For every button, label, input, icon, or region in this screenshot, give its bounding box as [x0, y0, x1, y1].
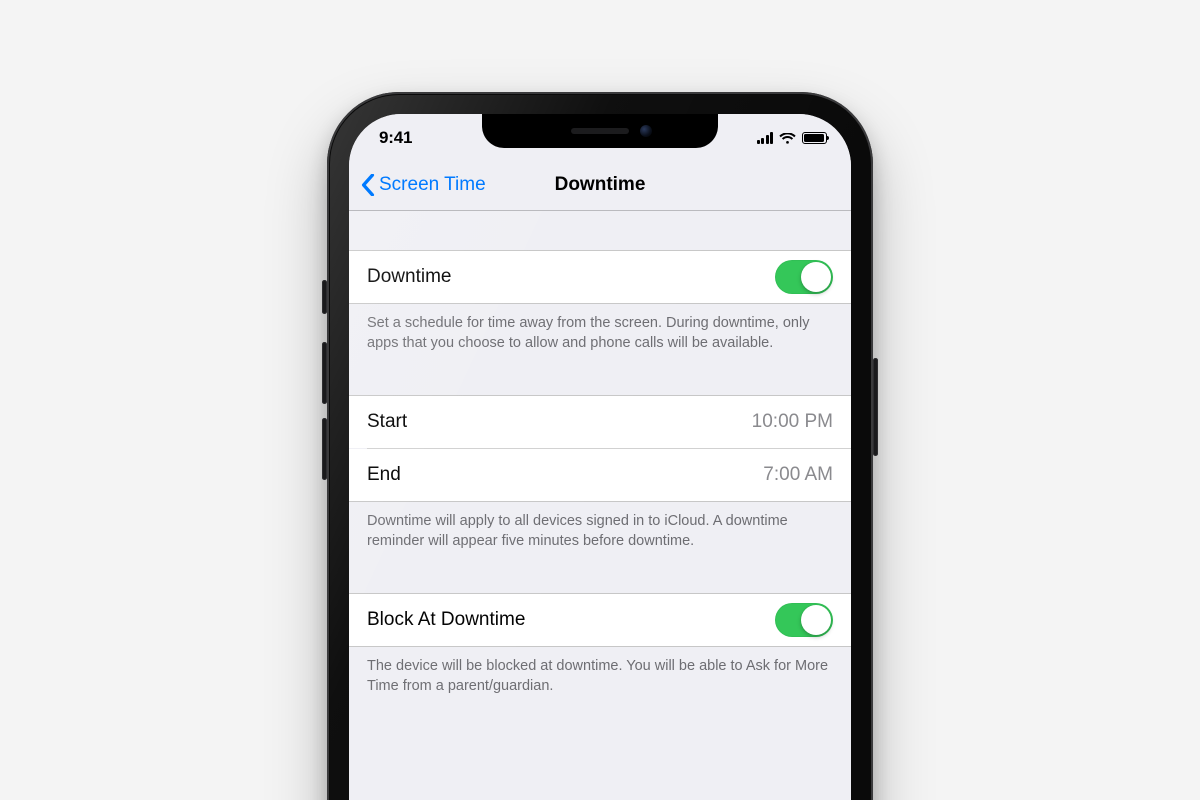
end-time-cell[interactable]: End 7:00 AM	[349, 449, 851, 502]
start-label: Start	[367, 411, 407, 433]
side-button[interactable]	[873, 358, 878, 456]
status-time: 9:41	[379, 128, 412, 148]
chevron-left-icon	[361, 174, 375, 196]
block-at-downtime-cell[interactable]: Block At Downtime	[349, 593, 851, 647]
earpiece-speaker	[571, 128, 629, 134]
status-indicators	[757, 132, 828, 144]
back-label: Screen Time	[379, 174, 486, 196]
back-button[interactable]: Screen Time	[355, 160, 492, 210]
block-at-downtime-toggle[interactable]	[775, 603, 833, 637]
volume-down-button[interactable]	[322, 418, 327, 480]
downtime-toggle-footer: Set a schedule for time away from the sc…	[349, 304, 851, 353]
cellular-signal-icon	[757, 132, 774, 144]
end-label: End	[367, 464, 401, 486]
settings-content[interactable]: Downtime Set a schedule for time away fr…	[349, 208, 851, 800]
phone-frame: 9:41	[327, 92, 873, 800]
wifi-icon	[779, 132, 796, 144]
downtime-toggle-cell[interactable]: Downtime	[349, 250, 851, 304]
end-value: 7:00 AM	[763, 464, 833, 486]
start-value: 10:00 PM	[752, 411, 833, 433]
screen: 9:41	[349, 114, 851, 800]
schedule-footer: Downtime will apply to all devices signe…	[349, 502, 851, 551]
battery-icon	[802, 132, 827, 144]
downtime-toggle-label: Downtime	[367, 266, 451, 288]
volume-up-button[interactable]	[322, 342, 327, 404]
block-label: Block At Downtime	[367, 609, 525, 631]
front-camera	[640, 125, 652, 137]
downtime-toggle[interactable]	[775, 260, 833, 294]
mute-switch[interactable]	[322, 280, 327, 314]
notch	[482, 114, 718, 148]
start-time-cell[interactable]: Start 10:00 PM	[349, 395, 851, 448]
block-footer: The device will be blocked at downtime. …	[349, 647, 851, 696]
navigation-bar: Screen Time Downtime	[349, 160, 851, 211]
